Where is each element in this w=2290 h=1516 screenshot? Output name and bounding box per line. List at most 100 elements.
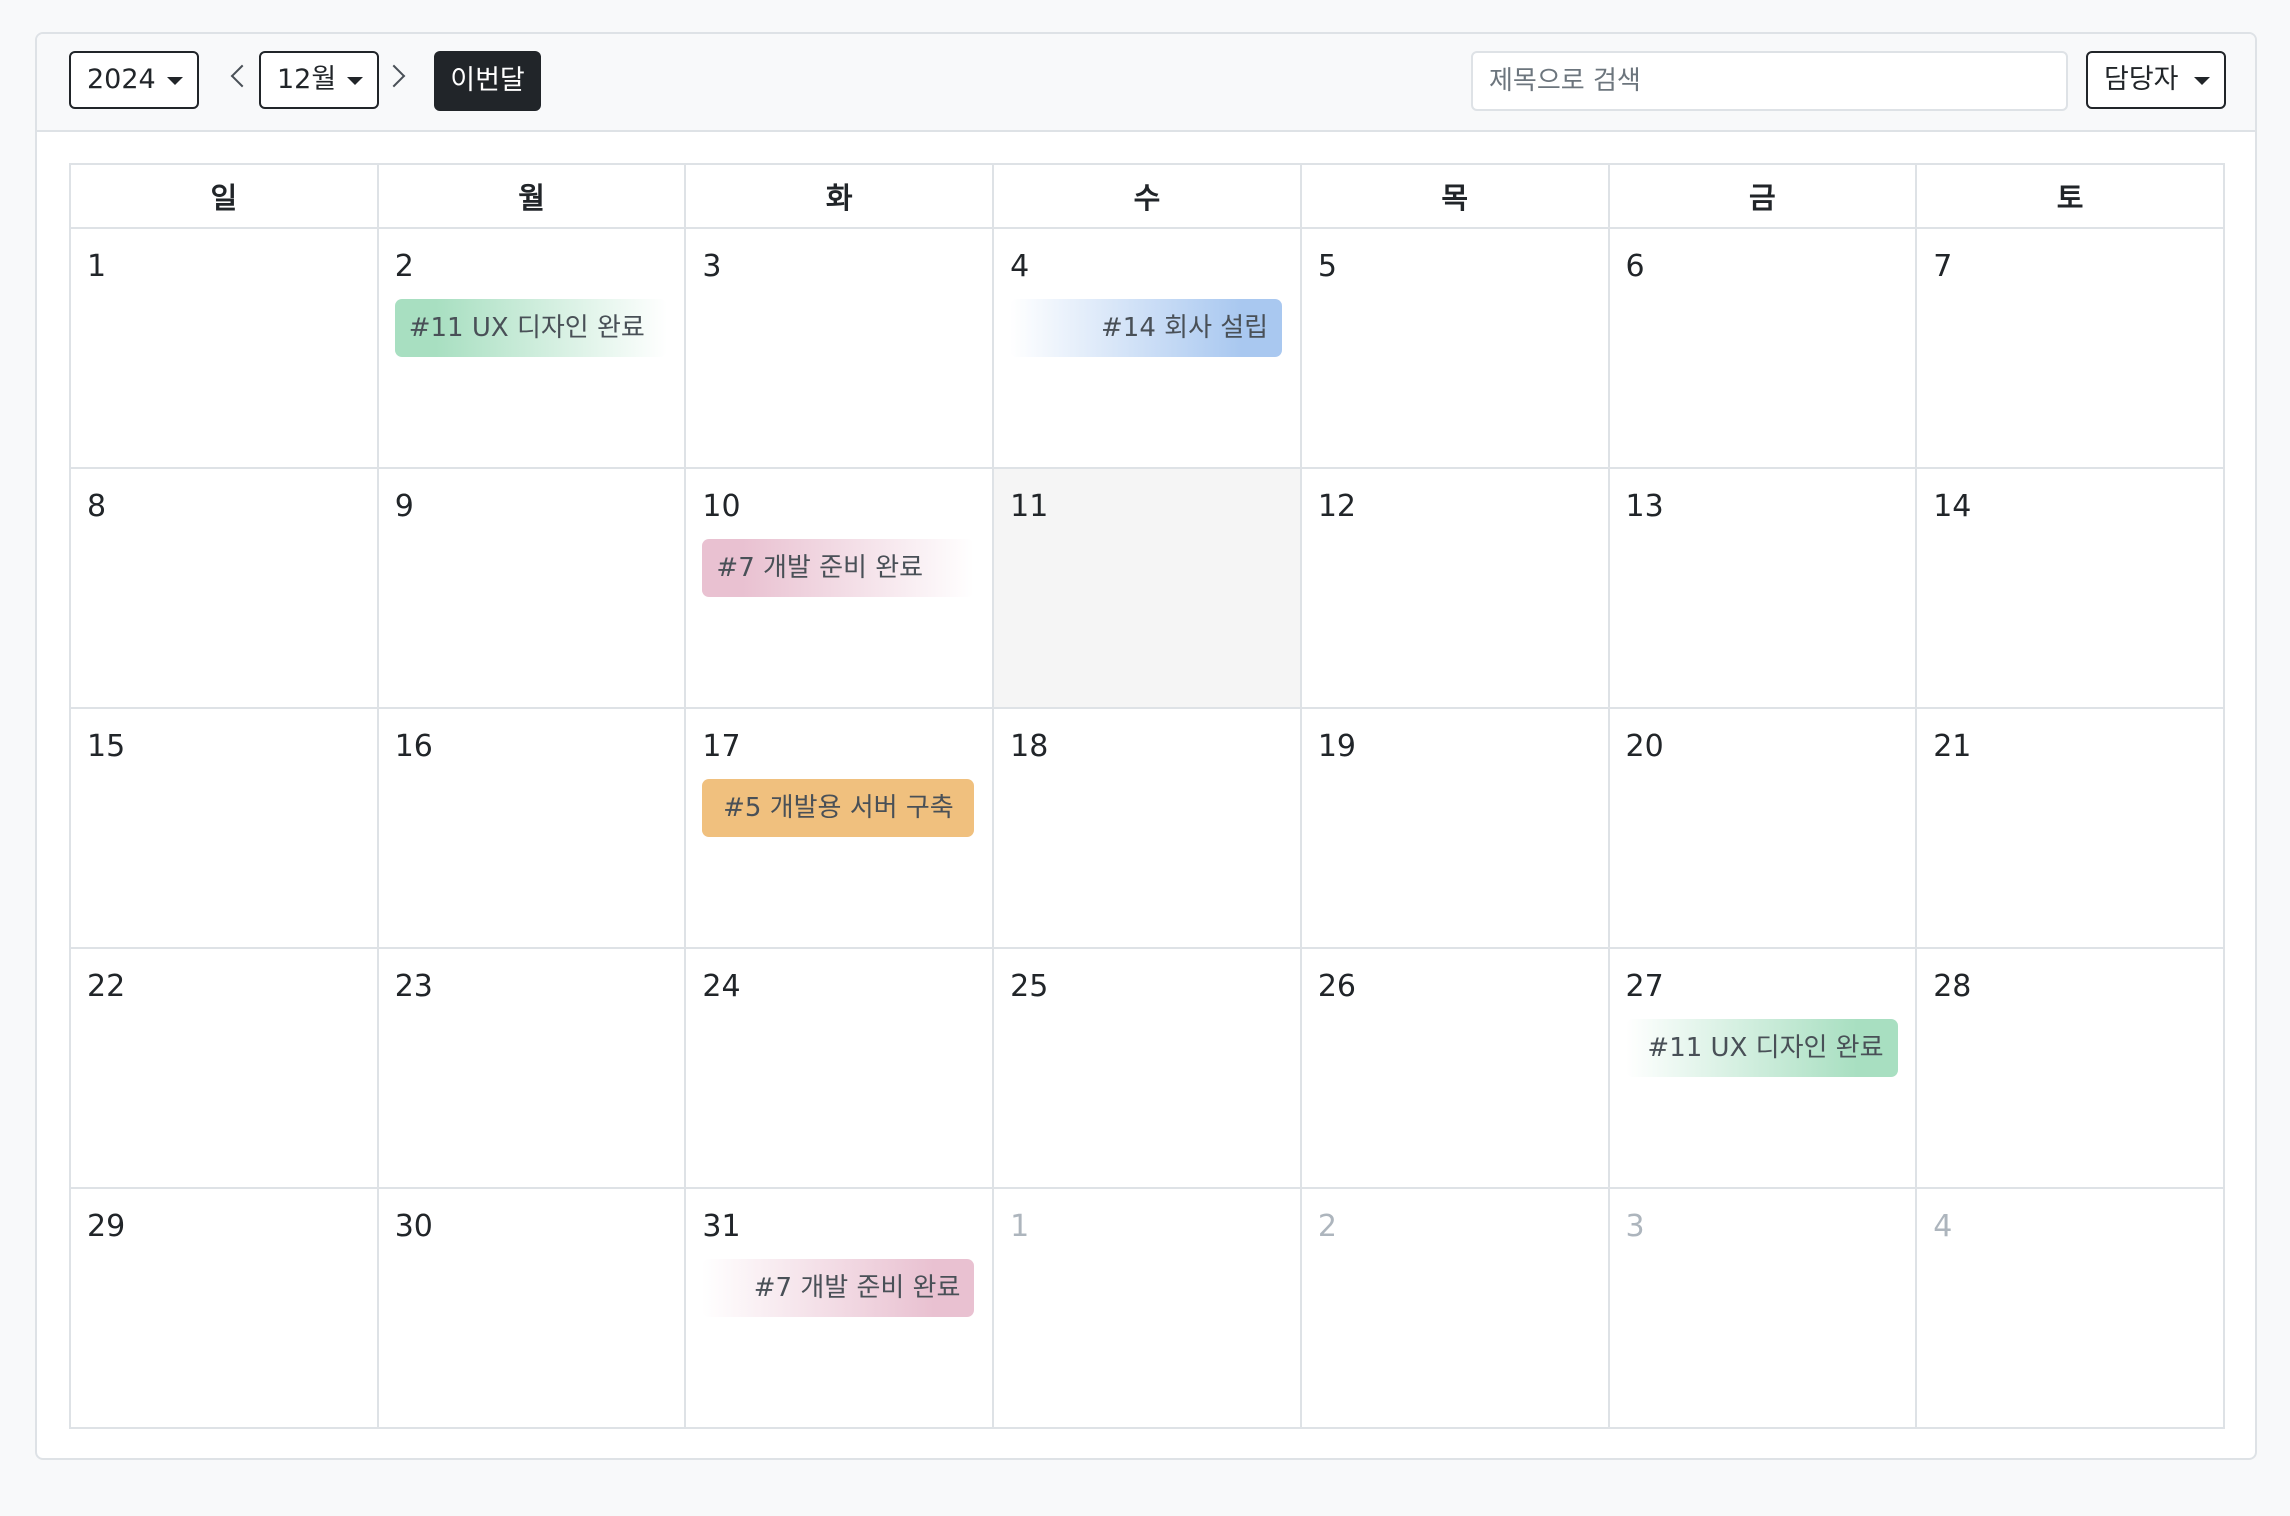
day-number: 18 (1010, 729, 1049, 764)
day-cell[interactable]: 8 (69, 467, 379, 709)
day-cell[interactable]: 4 (1915, 1187, 2225, 1429)
day-number: 4 (1010, 249, 1030, 284)
weekday-header: 토 (1915, 163, 2225, 229)
day-number: 1 (1010, 1209, 1030, 1244)
day-number: 22 (87, 969, 126, 1004)
day-cell[interactable]: 13 (1607, 467, 1918, 709)
day-cell[interactable]: 26 (1299, 947, 1610, 1189)
day-number: 20 (1625, 729, 1664, 764)
day-cell[interactable]: 9 (376, 467, 687, 709)
weekday-header: 수 (992, 163, 1302, 229)
day-cell[interactable]: 2 (1299, 1187, 1610, 1429)
day-cell[interactable]: 5 (1299, 227, 1610, 469)
day-cell[interactable]: 24 (684, 947, 995, 1189)
day-number: 29 (87, 1209, 126, 1244)
chevron-right-icon[interactable] (382, 64, 406, 88)
day-cell[interactable]: 12 (1299, 467, 1610, 709)
day-cell[interactable]: 18 (992, 707, 1302, 949)
day-number: 23 (394, 969, 433, 1004)
day-cell[interactable]: 27 #11 UX 디자인 완료 (1607, 947, 1918, 1189)
day-cell[interactable]: 28 (1915, 947, 2225, 1189)
day-cell[interactable]: 19 (1299, 707, 1610, 949)
calendar-toolbar: 2024 12월 이번달 담당자 (37, 34, 2255, 132)
this-month-button[interactable]: 이번달 (434, 51, 541, 111)
day-number: 9 (394, 489, 414, 524)
day-cell[interactable]: 31 #7 개발 준비 완료 (684, 1187, 995, 1429)
day-number: 14 (1933, 489, 1972, 524)
day-cell[interactable]: 4 #14 회사 설립 (992, 227, 1302, 469)
day-number: 8 (87, 489, 107, 524)
day-number: 3 (1625, 1209, 1645, 1244)
day-cell[interactable]: 21 (1915, 707, 2225, 949)
assignee-dropdown[interactable]: 담당자 (2086, 51, 2226, 109)
day-cell[interactable]: 3 (684, 227, 995, 469)
day-number: 13 (1625, 489, 1664, 524)
day-number: 7 (1933, 249, 1953, 284)
event-bar[interactable]: #14 회사 설립 (1010, 299, 1283, 357)
day-number: 16 (394, 729, 433, 764)
day-cell[interactable]: 11 (992, 467, 1302, 709)
day-number: 2 (394, 249, 414, 284)
day-cell[interactable]: 15 (69, 707, 379, 949)
day-number: 12 (1317, 489, 1356, 524)
day-number: 28 (1933, 969, 1972, 1004)
event-bar[interactable]: #7 개발 준비 완료 (702, 539, 975, 597)
day-number: 24 (702, 969, 741, 1004)
title-search-input[interactable] (1471, 51, 2068, 111)
day-cell[interactable]: 30 (376, 1187, 687, 1429)
day-cell[interactable]: 22 (69, 947, 379, 1189)
caret-down-icon (167, 77, 183, 85)
day-number: 25 (1010, 969, 1049, 1004)
day-cell[interactable]: 23 (376, 947, 687, 1189)
month-value: 12월 (277, 64, 337, 95)
day-number: 31 (702, 1209, 741, 1244)
event-bar[interactable]: #11 UX 디자인 완료 (394, 299, 667, 357)
month-dropdown[interactable]: 12월 (259, 51, 379, 109)
day-cell[interactable]: 29 (69, 1187, 379, 1429)
weekday-header-row: 일 월 화 수 목 금 토 (69, 163, 2225, 229)
day-cell[interactable]: 20 (1607, 707, 1918, 949)
weekday-header: 일 (69, 163, 379, 229)
day-cell[interactable]: 10 #7 개발 준비 완료 (684, 467, 995, 709)
day-cell[interactable]: 2 #11 UX 디자인 완료 (376, 227, 687, 469)
day-number: 11 (1010, 489, 1049, 524)
week-row: 1 2 #11 UX 디자인 완료 3 4 #14 회사 설립 5 6 7 (69, 227, 2225, 469)
year-value: 2024 (87, 64, 156, 95)
day-cell[interactable]: 6 (1607, 227, 1918, 469)
day-cell[interactable]: 17 #5 개발용 서버 구축 (684, 707, 995, 949)
day-cell[interactable]: 3 (1607, 1187, 1918, 1429)
day-number: 27 (1625, 969, 1664, 1004)
caret-down-icon (347, 77, 363, 85)
calendar-card: 2024 12월 이번달 담당자 일 월 화 수 목 금 토 1 (35, 32, 2257, 1460)
week-row: 22 23 24 25 26 27 #11 UX 디자인 완료 28 (69, 947, 2225, 1189)
assignee-label: 담당자 (2104, 64, 2179, 95)
day-number: 26 (1317, 969, 1356, 1004)
day-cell[interactable]: 25 (992, 947, 1302, 1189)
day-number: 10 (702, 489, 741, 524)
day-cell[interactable]: 1 (992, 1187, 1302, 1429)
week-row: 29 30 31 #7 개발 준비 완료 1 2 3 4 (69, 1187, 2225, 1429)
weekday-header: 금 (1607, 163, 1918, 229)
week-row: 15 16 17 #5 개발용 서버 구축 18 19 20 21 (69, 707, 2225, 949)
day-number: 17 (702, 729, 741, 764)
day-number: 6 (1625, 249, 1645, 284)
event-bar[interactable]: #7 개발 준비 완료 (702, 1259, 975, 1317)
day-number: 2 (1317, 1209, 1337, 1244)
day-number: 30 (394, 1209, 433, 1244)
day-number: 21 (1933, 729, 1972, 764)
day-cell[interactable]: 16 (376, 707, 687, 949)
event-bar[interactable]: #11 UX 디자인 완료 (1625, 1019, 1898, 1077)
year-dropdown[interactable]: 2024 (69, 51, 199, 109)
weekday-header: 화 (684, 163, 995, 229)
caret-down-icon (2194, 77, 2210, 85)
chevron-left-icon[interactable] (230, 64, 254, 88)
day-cell[interactable]: 7 (1915, 227, 2225, 469)
day-number: 1 (87, 249, 107, 284)
event-bar[interactable]: #5 개발용 서버 구축 (702, 779, 975, 837)
day-cell[interactable]: 14 (1915, 467, 2225, 709)
week-row: 8 9 10 #7 개발 준비 완료 11 12 13 14 (69, 467, 2225, 709)
day-cell[interactable]: 1 (69, 227, 379, 469)
day-number: 4 (1933, 1209, 1953, 1244)
month-grid: 일 월 화 수 목 금 토 1 2 #11 UX 디자인 완료 3 4 #14 회사 설립… (69, 163, 2225, 1429)
weekday-header: 월 (376, 163, 687, 229)
